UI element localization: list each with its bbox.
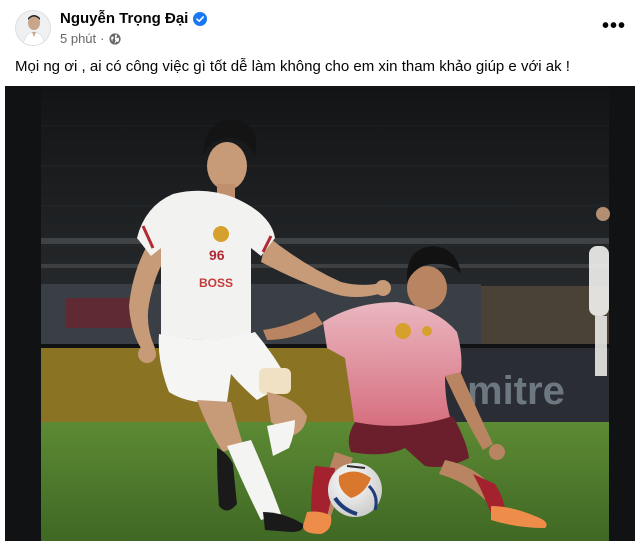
globe-icon[interactable] <box>108 32 121 45</box>
author-avatar[interactable] <box>15 10 51 46</box>
board-text: mitre <box>467 369 565 413</box>
post-timestamp[interactable]: 5 phút <box>60 31 96 46</box>
author-name[interactable]: Nguyễn Trọng Đại <box>60 10 188 27</box>
post-meta: 5 phút · <box>60 31 121 46</box>
author-row: Nguyễn Trọng Đại <box>60 10 208 27</box>
jersey-number: 96 <box>209 247 225 263</box>
post-text: Mọi ng ơi , ai có công việc gì tốt dễ là… <box>15 58 570 75</box>
jersey-sponsor: BOSS <box>199 276 233 290</box>
meta-separator: · <box>100 31 105 46</box>
football <box>328 463 382 517</box>
facebook-post: Nguyễn Trọng Đại 5 phút · ••• Mọi ng ơi … <box>0 0 640 544</box>
more-options-button[interactable]: ••• <box>602 14 626 38</box>
post-photo[interactable]: mitre 96 BOSS <box>5 86 635 541</box>
avatar-image <box>16 11 50 45</box>
more-options-icon: ••• <box>602 15 627 37</box>
verified-badge-icon <box>193 11 208 26</box>
football-match-photo: mitre 96 BOSS <box>5 86 635 541</box>
